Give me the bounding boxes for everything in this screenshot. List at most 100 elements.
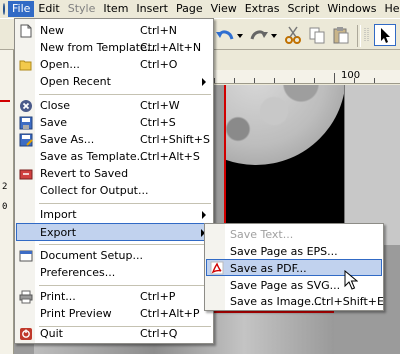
menu-item-new-from-template[interactable]: New from Template... Ctrl+Alt+N	[16, 39, 212, 57]
menu-item-shortcut: Ctrl+Alt+N	[140, 41, 202, 54]
toolbar-grip-icon[interactable]	[363, 25, 371, 45]
menu-item-label: Export	[40, 226, 77, 239]
menu-item-shortcut: Ctrl+N	[140, 24, 178, 37]
menu-item-label: Open...	[40, 58, 80, 71]
menu-item-shortcut: Ctrl+S	[140, 116, 176, 129]
undo-icon[interactable]	[214, 25, 236, 45]
menu-item-new[interactable]: New Ctrl+N	[16, 22, 212, 40]
ruler-label: 100	[341, 70, 361, 81]
menu-item-label: Print...	[40, 290, 76, 303]
menu-file[interactable]: File	[8, 1, 35, 17]
menu-separator	[39, 285, 211, 286]
menu-item-close[interactable]: Close Ctrl+W	[16, 97, 212, 115]
menu-item-quit[interactable]: Quit Ctrl+Q	[16, 325, 212, 343]
save-icon	[19, 116, 33, 130]
menu-item-label: Quit	[40, 327, 63, 340]
menu-edit[interactable]: Edit	[34, 1, 63, 17]
menu-item-label: Open Recent	[40, 75, 111, 88]
menu-item-shortcut: Ctrl+O	[140, 58, 178, 71]
ruler-label: 2	[2, 182, 8, 192]
menubar: File Edit Style Item Insert Page View Ex…	[0, 0, 400, 18]
menu-page[interactable]: Page	[172, 1, 207, 17]
menu-item-label: Revert to Saved	[40, 167, 129, 180]
menu-extras[interactable]: Extras	[241, 1, 284, 17]
cut-icon[interactable]	[283, 25, 303, 45]
menu-item-label: Save As...	[40, 133, 95, 146]
menu-item-save[interactable]: Save Ctrl+S	[16, 114, 212, 132]
save-as-icon	[19, 133, 33, 147]
menu-item-shortcut: Ctrl+Shift+E	[314, 295, 384, 308]
menu-item-save-text: Save Text...	[206, 226, 382, 243]
vertical-ruler: 2 0	[0, 50, 14, 354]
revert-icon	[19, 169, 33, 180]
menu-item-label: Save Text...	[230, 228, 294, 241]
menu-item-label: New	[40, 24, 64, 37]
menu-windows[interactable]: Windows	[323, 1, 380, 17]
menu-item-save-as-image[interactable]: Save as Image... Ctrl+Shift+E	[206, 293, 384, 310]
menu-separator	[39, 203, 211, 204]
open-folder-icon	[19, 60, 32, 71]
menu-item-label: Print Preview	[40, 307, 112, 320]
menu-item-document-setup[interactable]: Document Setup...	[16, 247, 212, 265]
pasteboard	[344, 85, 400, 245]
menu-item-label: Document Setup...	[40, 249, 143, 262]
document-page[interactable]	[224, 85, 346, 235]
menu-item-label: Save as PDF...	[230, 262, 307, 275]
menu-item-shortcut: Ctrl+P	[140, 290, 176, 303]
menu-view[interactable]: View	[207, 1, 241, 17]
menu-item-shortcut: Ctrl+Shift+S	[140, 133, 210, 146]
menu-item-label: Save as Template...	[40, 150, 148, 163]
menu-style[interactable]: Style	[64, 1, 100, 17]
toolbar-separator	[357, 25, 361, 47]
menu-item-label: Save Page as EPS...	[230, 245, 338, 258]
ruler-label: 0	[2, 202, 8, 212]
menu-separator	[39, 244, 211, 245]
menu-item-label: Import	[40, 208, 77, 221]
submenu-arrow-icon	[202, 78, 206, 86]
menu-item[interactable]: Item	[99, 1, 132, 17]
moon-image[interactable]	[226, 85, 346, 185]
close-icon	[20, 100, 32, 112]
redo-dropdown-icon[interactable]	[270, 25, 278, 45]
menu-item-save-as-template[interactable]: Save as Template... Ctrl+Alt+S	[16, 148, 212, 166]
menu-script[interactable]: Script	[284, 1, 324, 17]
menu-item-export[interactable]: Export	[16, 223, 212, 241]
menu-item-save-page-as-eps[interactable]: Save Page as EPS...	[206, 243, 382, 260]
menu-item-preferences[interactable]: Preferences...	[16, 264, 212, 282]
mouse-cursor-icon	[344, 270, 358, 290]
submenu-arrow-icon	[202, 211, 206, 219]
menu-insert[interactable]: Insert	[132, 1, 172, 17]
menu-item-shortcut: Ctrl+W	[140, 99, 180, 112]
menu-item-open[interactable]: Open... Ctrl+O	[16, 56, 212, 74]
menu-item-save-as[interactable]: Save As... Ctrl+Shift+S	[16, 131, 212, 149]
menu-item-shortcut: Ctrl+Alt+P	[140, 307, 200, 320]
file-menu: New Ctrl+N New from Template... Ctrl+Alt…	[14, 18, 214, 344]
menu-item-open-recent[interactable]: Open Recent	[16, 73, 212, 91]
menu-help[interactable]: Help	[381, 1, 400, 17]
app-icon[interactable]	[3, 3, 5, 15]
pdf-icon	[210, 261, 224, 275]
menu-item-import[interactable]: Import	[16, 206, 212, 224]
menu-item-label: Preferences...	[40, 266, 116, 279]
paste-icon[interactable]	[331, 25, 351, 45]
menu-separator	[39, 94, 211, 95]
export-submenu: Save Text... Save Page as EPS... Save as…	[204, 223, 384, 311]
ruler-position-marker	[0, 100, 10, 102]
menu-item-label: Save as Image...	[230, 295, 322, 308]
menu-item-shortcut: Ctrl+Q	[140, 327, 178, 340]
menu-item-print[interactable]: Print... Ctrl+P	[16, 288, 212, 306]
menu-item-collect-for-output[interactable]: Collect for Output...	[16, 182, 212, 200]
undo-dropdown-icon[interactable]	[236, 25, 244, 45]
menu-item-print-preview[interactable]: Print Preview Ctrl+Alt+P	[16, 305, 212, 323]
redo-icon[interactable]	[248, 25, 270, 45]
menu-item-label: Close	[40, 99, 70, 112]
menu-item-label: Collect for Output...	[40, 184, 149, 197]
printer-icon	[19, 290, 33, 304]
menu-item-label: Save Page as SVG...	[230, 279, 341, 292]
select-tool-icon[interactable]	[374, 24, 396, 46]
copy-icon[interactable]	[307, 25, 327, 45]
menu-item-revert-to-saved[interactable]: Revert to Saved	[16, 165, 212, 183]
new-document-icon	[20, 24, 32, 38]
menu-item-label: Save	[40, 116, 68, 129]
quit-icon	[20, 328, 32, 340]
